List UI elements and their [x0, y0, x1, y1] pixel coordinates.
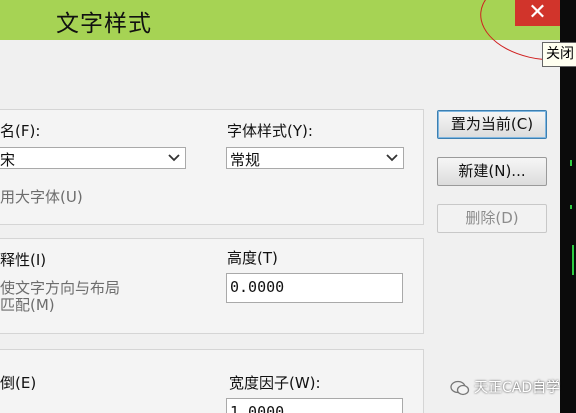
cad-crosshair-mark	[572, 245, 574, 275]
annotative-checkbox-label[interactable]: 释性(I)	[0, 249, 46, 270]
background-canvas-strip	[560, 40, 576, 413]
height-label: 高度(T)	[227, 249, 278, 267]
new-style-button[interactable]: 新建(N)...	[437, 157, 547, 186]
chevron-down-icon	[168, 154, 180, 162]
wechat-icon	[450, 380, 470, 396]
width-factor-label: 宽度因子(W):	[229, 374, 321, 392]
dialog-title: 文字样式	[56, 11, 152, 37]
width-factor-input[interactable]: 1.0000	[226, 398, 403, 413]
font-style-select[interactable]: 常规	[226, 147, 404, 169]
height-input[interactable]: 0.0000	[226, 273, 403, 303]
font-name-value: 宋	[0, 151, 16, 169]
upside-down-checkbox-label[interactable]: 倒(E)	[0, 372, 36, 393]
cad-crosshair-mark	[570, 160, 572, 166]
close-button[interactable]: ✕	[515, 0, 560, 26]
text-style-dialog: 文字样式 名(F): 宋 字体样式(Y): 常规 用大字体(U) 释性(I) 使…	[0, 0, 560, 413]
use-big-font-checkbox-label[interactable]: 用大字体(U)	[0, 186, 83, 207]
delete-style-button[interactable]: 删除(D)	[437, 204, 547, 233]
chevron-down-icon	[386, 154, 398, 162]
watermark-text: 天正CAD自学	[474, 380, 561, 396]
match-orientation-label-line2: 匹配(M)	[0, 296, 55, 314]
width-factor-value: 1.0000	[230, 403, 285, 413]
cad-crosshair-mark	[570, 205, 572, 209]
close-tooltip: 关闭	[542, 42, 576, 67]
font-name-select[interactable]: 宋	[0, 147, 186, 169]
font-style-label: 字体样式(Y):	[227, 122, 313, 140]
font-style-value: 常规	[230, 151, 261, 169]
height-value: 0.0000	[230, 278, 285, 296]
title-bar: 文字样式	[0, 0, 560, 40]
font-name-label: 名(F):	[0, 122, 41, 140]
set-current-button[interactable]: 置为当前(C)	[437, 110, 547, 139]
